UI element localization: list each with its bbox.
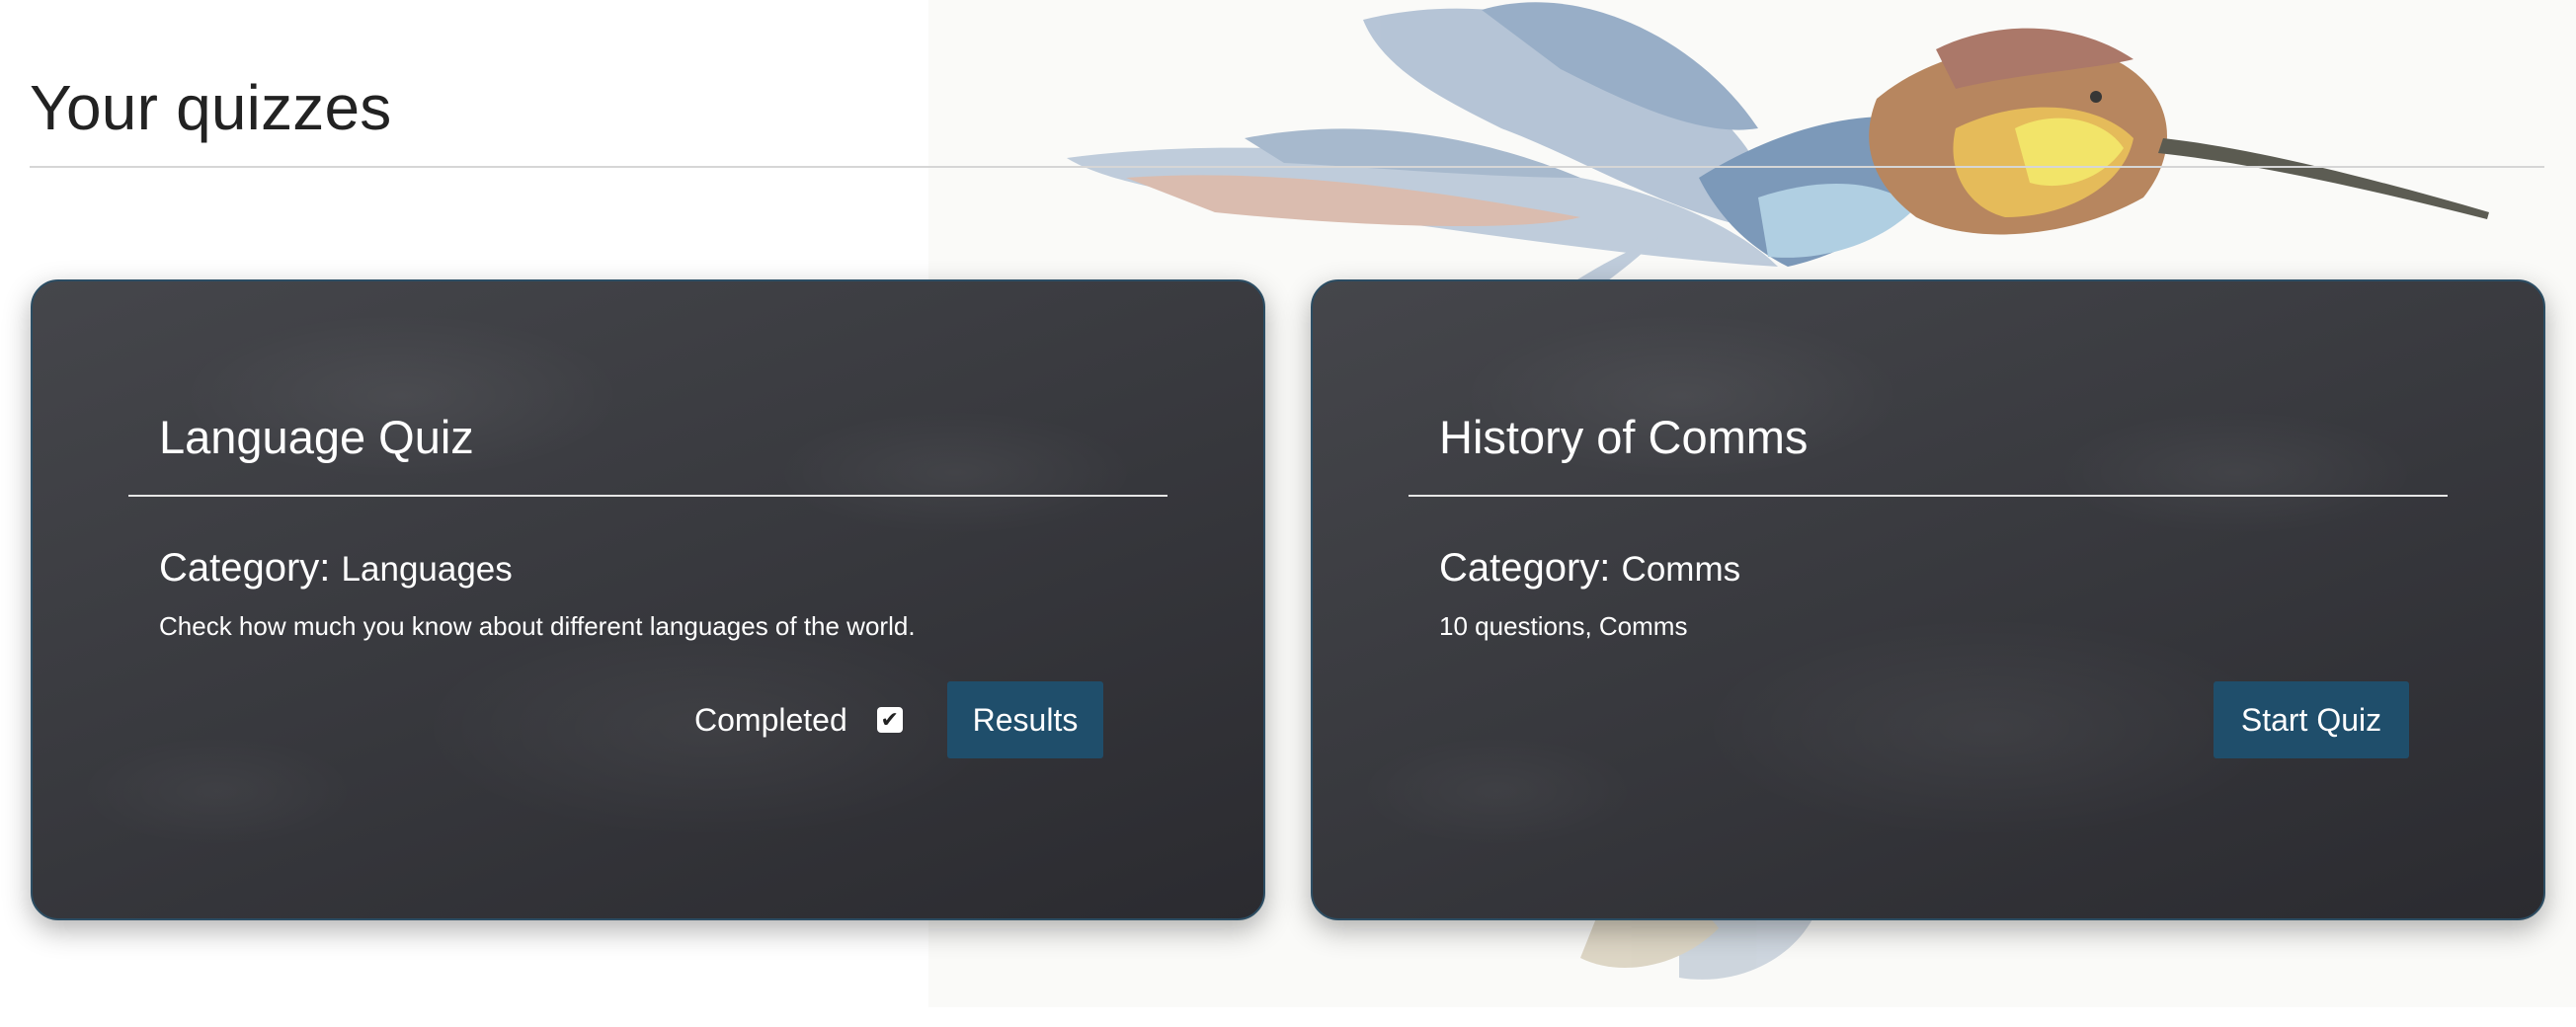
results-button[interactable]: Results xyxy=(947,681,1103,758)
completed-checkbox[interactable]: ✔ xyxy=(876,707,903,733)
quiz-description: Check how much you know about different … xyxy=(159,611,916,641)
category-value: Languages xyxy=(341,550,513,589)
start-quiz-button[interactable]: Start Quiz xyxy=(2214,681,2409,758)
completed-status: Completed ✔ xyxy=(694,681,903,758)
category-label: Category: xyxy=(159,546,331,590)
page-title: Your quizzes xyxy=(30,72,392,143)
category-label: Category: xyxy=(1439,546,1611,590)
checkmark-icon: ✔ xyxy=(880,707,899,732)
quiz-category: Category: Languages xyxy=(159,546,513,591)
quiz-description: 10 questions, Comms xyxy=(1439,611,1688,641)
card-divider xyxy=(128,495,1167,497)
category-value: Comms xyxy=(1621,550,1741,589)
quiz-card-history-of-comms: History of Comms Category: Comms 10 ques… xyxy=(1311,279,2545,920)
quiz-title: History of Comms xyxy=(1439,411,1809,463)
card-divider xyxy=(1409,495,2448,497)
quiz-card-language-quiz: Language Quiz Category: Languages Check … xyxy=(31,279,1265,920)
quiz-category: Category: Comms xyxy=(1439,546,1740,591)
completed-label: Completed xyxy=(694,701,847,738)
title-divider xyxy=(30,166,2544,168)
quiz-title: Language Quiz xyxy=(159,411,474,463)
